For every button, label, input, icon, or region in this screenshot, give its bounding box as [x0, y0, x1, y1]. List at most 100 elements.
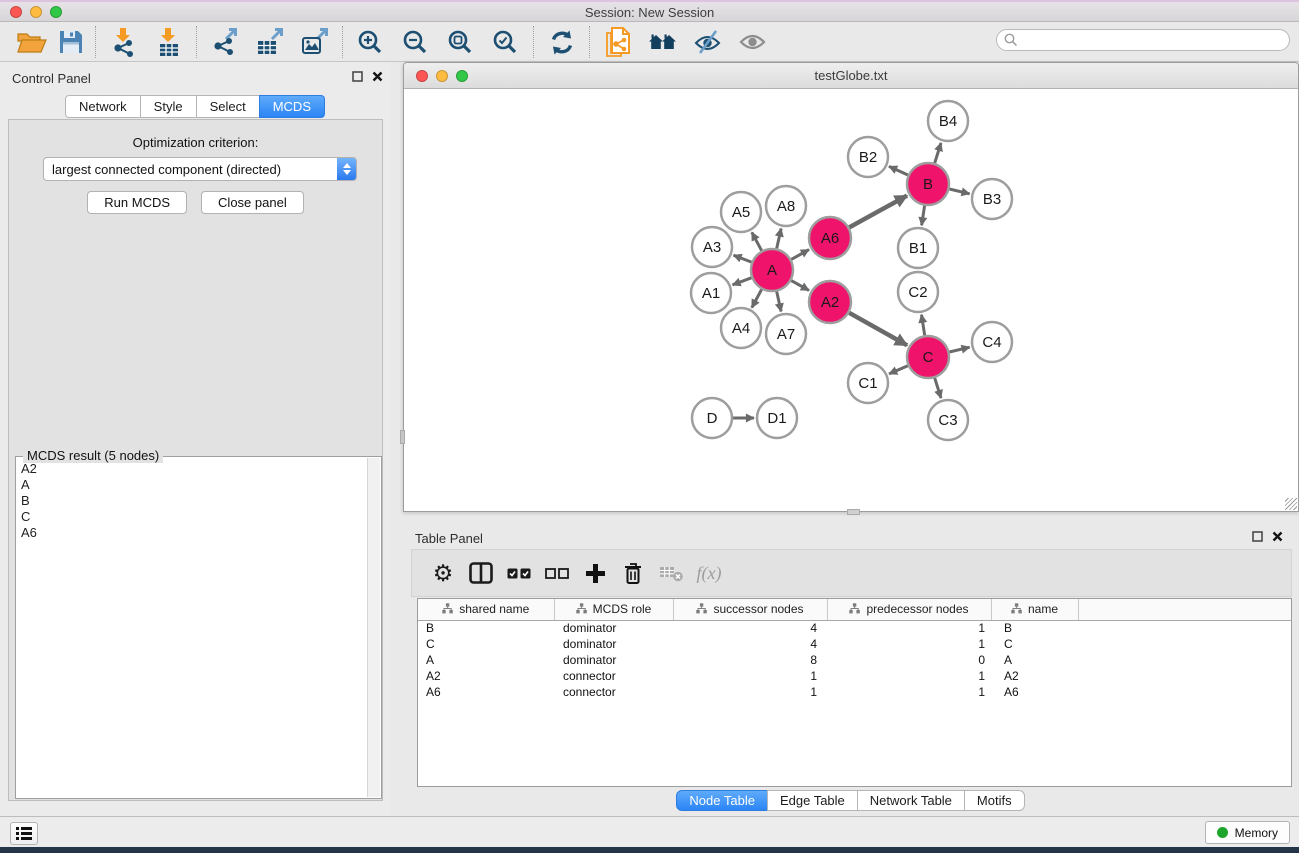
new-network-from-file-icon[interactable] — [595, 25, 640, 59]
export-image-icon[interactable] — [292, 25, 337, 59]
graph-edge-A-A8[interactable] — [777, 229, 781, 249]
graph-edge-A-A7[interactable] — [777, 292, 781, 312]
import-network-icon[interactable] — [101, 25, 146, 59]
search-field[interactable] — [996, 29, 1290, 51]
graph-node-A1[interactable]: A1 — [691, 273, 731, 313]
graph-edge-A-A3[interactable] — [734, 255, 752, 262]
table-cell[interactable]: B — [418, 620, 554, 636]
table-cell[interactable]: B — [991, 620, 1078, 636]
show-column-panel-icon[interactable] — [462, 553, 500, 593]
graph-edge-B-B2[interactable] — [889, 166, 908, 175]
table-cell[interactable]: 8 — [673, 652, 827, 668]
graph-edge-B-B1[interactable] — [922, 206, 925, 226]
task-history-button[interactable] — [10, 822, 38, 845]
tab-motifs[interactable]: Motifs — [964, 790, 1025, 811]
table-cell[interactable]: A2 — [418, 668, 554, 684]
table-cell[interactable]: dominator — [554, 652, 673, 668]
column-header-successor-nodes[interactable]: successor nodes — [673, 599, 827, 620]
graph-edge-A2-C[interactable] — [849, 313, 907, 346]
table-cell[interactable]: dominator — [554, 620, 673, 636]
result-list-item[interactable]: A — [17, 477, 367, 493]
result-list-item[interactable]: A6 — [17, 525, 367, 541]
table-cell[interactable]: C — [418, 636, 554, 652]
table-cell[interactable]: dominator — [554, 636, 673, 652]
table-cell[interactable]: 1 — [673, 684, 827, 700]
graph-node-C4[interactable]: C4 — [972, 322, 1012, 362]
zoom-fit-icon[interactable] — [438, 25, 483, 59]
graph-edge-A-A6[interactable] — [791, 250, 809, 260]
table-row[interactable]: A6connector11A6 — [418, 684, 1292, 700]
zoom-out-icon[interactable] — [393, 25, 438, 59]
table-row[interactable]: Cdominator41C — [418, 636, 1292, 652]
run-mcds-button[interactable]: Run MCDS — [87, 191, 187, 214]
refresh-view-icon[interactable] — [539, 25, 584, 59]
table-cell[interactable]: 0 — [827, 652, 991, 668]
close-panel-icon[interactable] — [372, 71, 383, 82]
close-panel-button[interactable]: Close panel — [201, 191, 304, 214]
float-panel-icon[interactable] — [352, 71, 363, 82]
window-resize-grip[interactable] — [1285, 498, 1297, 510]
create-column-plus-icon[interactable] — [576, 553, 614, 593]
table-cell[interactable]: connector — [554, 684, 673, 700]
graph-edge-A-A4[interactable] — [752, 289, 762, 307]
column-header-predecessor-nodes[interactable]: predecessor nodes — [827, 599, 991, 620]
tab-network[interactable]: Network — [65, 95, 141, 118]
save-session-icon[interactable] — [51, 25, 90, 59]
graph-edge-B-B4[interactable] — [935, 143, 941, 163]
canvas-scroll-nub-bottom[interactable] — [847, 509, 860, 515]
zoom-in-icon[interactable] — [348, 25, 393, 59]
import-table-icon[interactable] — [146, 25, 191, 59]
graph-edge-C-C2[interactable] — [922, 315, 925, 336]
tab-edge-table[interactable]: Edge Table — [767, 790, 858, 811]
graph-node-D[interactable]: D — [692, 398, 732, 438]
table-cell[interactable]: 1 — [673, 668, 827, 684]
tab-select[interactable]: Select — [196, 95, 260, 118]
open-session-icon[interactable] — [12, 25, 51, 59]
graph-node-C2[interactable]: C2 — [898, 272, 938, 312]
graph-edge-C-C1[interactable] — [889, 366, 908, 374]
session-home-icon[interactable] — [640, 25, 685, 59]
search-input[interactable] — [1023, 33, 1289, 47]
delete-table-icon[interactable] — [652, 553, 690, 593]
graph-node-A7[interactable]: A7 — [766, 314, 806, 354]
column-header-shared-name[interactable]: shared name — [418, 599, 554, 620]
result-scrollbar[interactable] — [367, 458, 380, 797]
graph-node-A5[interactable]: A5 — [721, 192, 761, 232]
table-row[interactable]: Bdominator41B — [418, 620, 1292, 636]
result-list-item[interactable]: B — [17, 493, 367, 509]
graph-node-D1[interactable]: D1 — [757, 398, 797, 438]
graph-node-B1[interactable]: B1 — [898, 228, 938, 268]
optimization-criterion-select[interactable]: largest connected component (directed) — [43, 157, 357, 181]
graph-node-C[interactable]: C — [907, 336, 949, 378]
graph-node-B[interactable]: B — [907, 163, 949, 205]
graph-node-C3[interactable]: C3 — [928, 400, 968, 440]
graph-node-A3[interactable]: A3 — [692, 227, 732, 267]
result-list-item[interactable]: A2 — [17, 461, 367, 477]
column-header-name[interactable]: name — [991, 599, 1078, 620]
column-header-mcds-role[interactable]: MCDS role — [554, 599, 673, 620]
canvas-scroll-nub-left[interactable] — [400, 430, 405, 444]
graph-node-B4[interactable]: B4 — [928, 101, 968, 141]
result-list-item[interactable]: C — [17, 509, 367, 525]
graph-edge-C-C3[interactable] — [935, 378, 941, 398]
table-settings-gear-icon[interactable]: ⚙ — [424, 553, 462, 593]
show-graphics-details-icon[interactable] — [730, 25, 775, 59]
graph-node-A[interactable]: A — [751, 249, 793, 291]
graph-node-A4[interactable]: A4 — [721, 308, 761, 348]
graph-edge-A-A1[interactable] — [733, 278, 752, 285]
table-cell[interactable]: A — [418, 652, 554, 668]
graph-edge-A6-B[interactable] — [849, 196, 907, 228]
hide-graphics-details-icon[interactable] — [685, 25, 730, 59]
graph-node-B3[interactable]: B3 — [972, 179, 1012, 219]
graph-node-C1[interactable]: C1 — [848, 363, 888, 403]
tab-style[interactable]: Style — [140, 95, 197, 118]
table-cell[interactable]: A — [991, 652, 1078, 668]
tab-node-table[interactable]: Node Table — [676, 790, 768, 811]
zoom-selected-icon[interactable] — [483, 25, 528, 59]
table-cell[interactable]: connector — [554, 668, 673, 684]
table-cell[interactable]: 1 — [827, 668, 991, 684]
table-cell[interactable]: 1 — [827, 636, 991, 652]
function-builder-icon[interactable]: f(x) — [690, 553, 728, 593]
graph-edge-B-B3[interactable] — [949, 189, 969, 194]
table-cell[interactable]: A6 — [991, 684, 1078, 700]
